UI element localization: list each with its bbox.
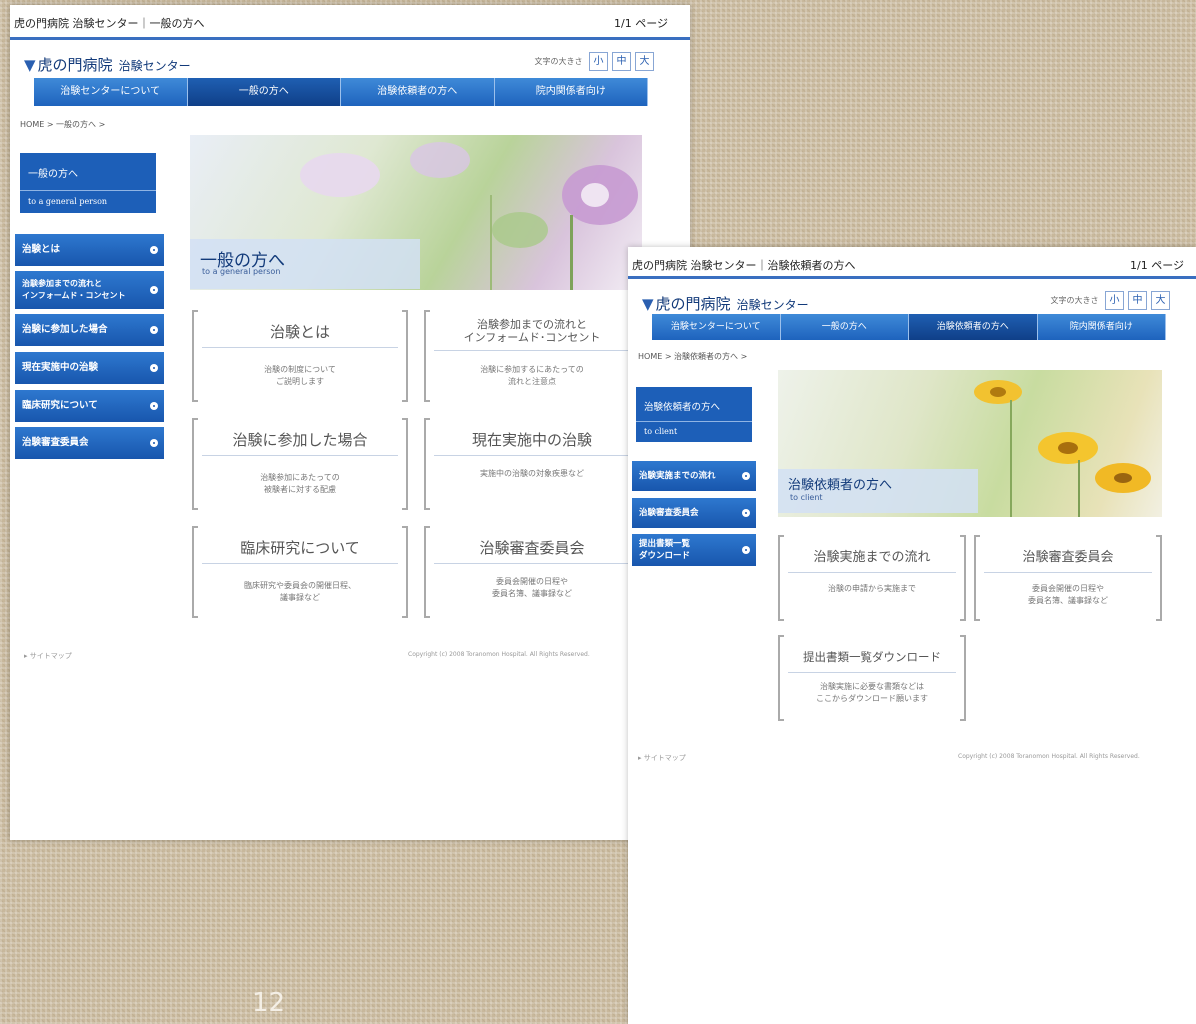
card-title: 治験参加までの流れと インフォームド･コンセント	[434, 318, 630, 351]
page-general-public: 虎の門病院 治験センター｜一般の方へ 1/1 ページ ▼ 虎の門病院 治験センター …	[10, 5, 690, 840]
card-clinical-research[interactable]: 臨床研究について 臨床研究や委員会の開催日程、 議事録など	[192, 526, 408, 618]
sidebar-item-documents[interactable]: 提出書類一覧 ダウンロード	[632, 534, 756, 566]
page-count: 1/1 ページ	[614, 17, 668, 30]
sidebar-item-current-trials[interactable]: 現在実施中の治験	[15, 352, 164, 384]
arrow-circle-icon	[742, 472, 750, 480]
card-about-trials[interactable]: 治験とは 治験の制度について ご説明します	[192, 310, 408, 402]
card-description: 治験参加にあたっての 被験者に対する配慮	[260, 473, 340, 494]
arrow-circle-icon	[150, 439, 158, 447]
font-small-button[interactable]: 小	[589, 52, 608, 71]
nav-tab-client[interactable]: 治験依頼者の方へ	[909, 314, 1038, 340]
nav-tab-general[interactable]: 一般の方へ	[187, 78, 341, 106]
breadcrumb[interactable]: HOME > 一般の方へ >	[20, 119, 105, 130]
card-title: 治験に参加した場合	[202, 432, 398, 456]
nav-tab-staff[interactable]: 院内関係者向け	[1037, 314, 1166, 340]
card-documents-download[interactable]: 提出書類一覧ダウンロード 治験実施に必要な書類などは ここからダウンロード願いま…	[778, 635, 966, 721]
copyright: Copyright (c) 2008 Toranomon Hospital. A…	[958, 753, 1140, 760]
sidebar-title: 一般の方へ to a general person	[20, 153, 156, 213]
sidebar-item-clinical-research[interactable]: 臨床研究について	[15, 390, 164, 422]
global-nav: 治験センターについて 一般の方へ 治験依頼者の方へ 院内関係者向け	[652, 314, 1166, 340]
print-title: 虎の門病院 治験センター｜一般の方へ	[14, 17, 205, 30]
arrow-circle-icon	[742, 546, 750, 554]
card-title: 提出書類一覧ダウンロード	[788, 649, 956, 673]
page-count: 1/1 ページ	[1130, 259, 1184, 272]
card-description: 治験実施に必要な書類などは ここからダウンロード願います	[816, 682, 928, 703]
nav-tab-about[interactable]: 治験センターについて	[652, 314, 781, 340]
card-title: 治験審査委員会	[434, 540, 630, 564]
print-header: 虎の門病院 治験センター｜一般の方へ 1/1 ページ	[10, 5, 690, 33]
card-flow-consent[interactable]: 治験参加までの流れと インフォームド･コンセント 治験に参加するにあたっての 流…	[424, 310, 640, 402]
hero-subtitle: to a general person	[202, 267, 281, 276]
sidebar-item-about-trials[interactable]: 治験とは	[15, 234, 164, 266]
nav-tab-client[interactable]: 治験依頼者の方へ	[341, 78, 495, 106]
sitemap-link[interactable]: ▸ サイトマップ	[24, 651, 72, 661]
nav-tab-staff[interactable]: 院内関係者向け	[494, 78, 648, 106]
nav-tab-about[interactable]: 治験センターについて	[34, 78, 188, 106]
card-title: 治験とは	[202, 324, 398, 348]
hospital-logo[interactable]: ▼ 虎の門病院 治験センター	[642, 293, 809, 314]
page-client: 虎の門病院 治験センター｜治験依頼者の方へ 1/1 ページ ▼ 虎の門病院 治験セン…	[628, 247, 1196, 1024]
global-nav: 治験センターについて 一般の方へ 治験依頼者の方へ 院内関係者向け	[34, 78, 648, 106]
arrow-circle-icon	[150, 402, 158, 410]
card-description: 臨床研究や委員会の開催日程、 議事録など	[244, 581, 356, 602]
font-large-button[interactable]: 大	[1151, 291, 1170, 310]
font-medium-button[interactable]: 中	[612, 52, 631, 71]
copyright: Copyright (c) 2008 Toranomon Hospital. A…	[408, 651, 590, 658]
card-description: 治験の制度について ご説明します	[264, 365, 336, 386]
card-title: 現在実施中の治験	[434, 432, 630, 456]
sidebar-title: 治験依頼者の方へ to client	[636, 387, 752, 442]
font-large-button[interactable]: 大	[635, 52, 654, 71]
hero-subtitle: to client	[790, 493, 823, 502]
logo-mark-icon: ▼	[642, 295, 654, 313]
card-description: 委員会開催の日程や 委員名簿、議事録など	[1028, 584, 1108, 605]
hero-banner: 治験依頼者の方へ to client	[778, 370, 1162, 517]
nav-tab-general[interactable]: 一般の方へ	[780, 314, 909, 340]
card-review-board[interactable]: 治験審査委員会 委員会開催の日程や 委員名簿、議事録など	[974, 535, 1162, 621]
arrow-circle-icon	[150, 326, 158, 334]
sitemap-link[interactable]: ▸ サイトマップ	[638, 753, 686, 763]
card-current-trials[interactable]: 現在実施中の治験 実施中の治験の対象疾患など	[424, 418, 640, 510]
logo-mark-icon: ▼	[24, 56, 36, 74]
card-review-board[interactable]: 治験審査委員会 委員会開催の日程や 委員名簿、議事録など	[424, 526, 640, 618]
sidebar-item-review-board[interactable]: 治験審査委員会	[632, 498, 756, 528]
slide-number: 12	[252, 988, 286, 1018]
card-description: 実施中の治験の対象疾患など	[480, 469, 584, 478]
font-medium-button[interactable]: 中	[1128, 291, 1147, 310]
print-title: 虎の門病院 治験センター｜治験依頼者の方へ	[632, 259, 856, 272]
arrow-circle-icon	[150, 364, 158, 372]
print-header: 虎の門病院 治験センター｜治験依頼者の方へ 1/1 ページ	[628, 247, 1196, 275]
sidebar-item-participation[interactable]: 治験に参加した場合	[15, 314, 164, 346]
card-trial-flow[interactable]: 治験実施までの流れ 治験の申請から実施まで	[778, 535, 966, 621]
breadcrumb[interactable]: HOME > 治験依頼者の方へ >	[638, 351, 747, 362]
sidebar-item-trial-flow[interactable]: 治験実施までの流れ	[632, 461, 756, 491]
font-size-switcher: 文字の大きさ 小中大	[1050, 291, 1170, 310]
card-title: 治験審査委員会	[984, 549, 1152, 573]
arrow-circle-icon	[742, 509, 750, 517]
site-header: ▼ 虎の門病院 治験センター 文字の大きさ 小中大	[10, 37, 690, 78]
site-header: ▼ 虎の門病院 治験センター 文字の大きさ 小中大	[628, 276, 1196, 317]
card-participation[interactable]: 治験に参加した場合 治験参加にあたっての 被験者に対する配慮	[192, 418, 408, 510]
card-description: 治験の申請から実施まで	[828, 584, 916, 593]
card-description: 治験に参加するにあたっての 流れと注意点	[480, 365, 584, 386]
card-title: 臨床研究について	[202, 540, 398, 564]
font-small-button[interactable]: 小	[1105, 291, 1124, 310]
sidebar-item-flow-consent[interactable]: 治験参加までの流れと インフォームド・コンセント	[15, 271, 164, 309]
hero-title: 治験依頼者の方へ	[788, 478, 893, 493]
hero-banner: 一般の方へ to a general person	[190, 135, 642, 290]
arrow-circle-icon	[150, 286, 158, 294]
sidebar-item-review-board[interactable]: 治験審査委員会	[15, 427, 164, 459]
card-description: 委員会開催の日程や 委員名簿、議事録など	[492, 577, 572, 598]
arrow-circle-icon	[150, 246, 158, 254]
font-size-switcher: 文字の大きさ 小中大	[534, 52, 654, 71]
card-title: 治験実施までの流れ	[788, 549, 956, 573]
hospital-logo[interactable]: ▼ 虎の門病院 治験センター	[24, 54, 191, 75]
